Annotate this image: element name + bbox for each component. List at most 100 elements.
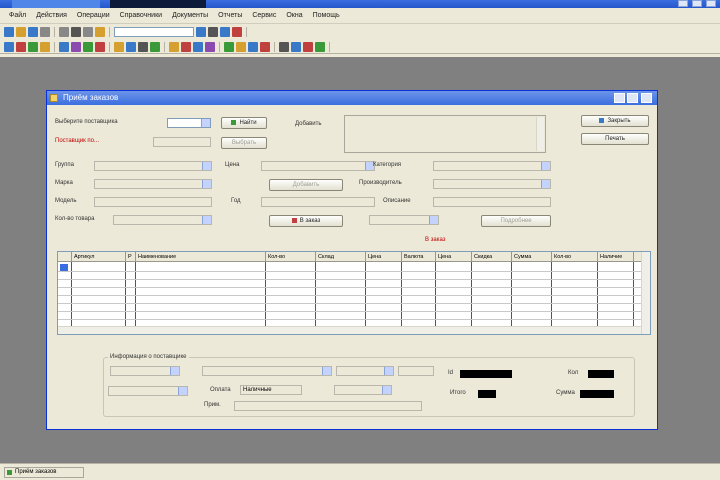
- toolbar-button-icon[interactable]: [291, 41, 301, 52]
- toolbar-button-icon[interactable]: [59, 27, 69, 37]
- menu-help[interactable]: Помощь: [308, 12, 345, 19]
- menu-operations[interactable]: Операции: [72, 12, 115, 19]
- table-row[interactable]: [58, 279, 642, 280]
- price-select[interactable]: [261, 161, 375, 171]
- notes-scrollbar[interactable]: [536, 117, 544, 151]
- grid-column-header[interactable]: Склад: [316, 252, 366, 262]
- grid-column-header[interactable]: Артикул: [72, 252, 126, 262]
- toolbar-button-icon[interactable]: [232, 27, 242, 37]
- toolbar-button-icon[interactable]: [193, 41, 203, 52]
- toolbar-button-icon[interactable]: [40, 41, 50, 52]
- toolbar-button-icon[interactable]: [28, 27, 38, 37]
- table-row[interactable]: [58, 271, 642, 272]
- extra-select[interactable]: [369, 215, 439, 225]
- toolbar-button-icon[interactable]: [83, 27, 93, 37]
- grid-column-header[interactable]: Кол-во: [552, 252, 598, 262]
- grid-column-header[interactable]: Сумма: [512, 252, 552, 262]
- toolbar-button-icon[interactable]: [4, 27, 14, 37]
- supplier-select[interactable]: [167, 118, 211, 128]
- payment-input[interactable]: Наличные: [240, 385, 302, 395]
- table-row[interactable]: [58, 311, 642, 312]
- supplier-info-select-4[interactable]: [108, 386, 188, 396]
- toolbar-button-icon[interactable]: [208, 27, 218, 37]
- toolbar-button-icon[interactable]: [224, 41, 234, 52]
- more-button[interactable]: Подробнее: [481, 215, 551, 227]
- toolbar-button-icon[interactable]: [95, 27, 105, 37]
- menu-service[interactable]: Сервис: [247, 12, 281, 19]
- order-grid[interactable]: Артикул Р Наименование Кол-во Склад Цена Валют…: [57, 251, 651, 335]
- grid-vertical-scrollbar[interactable]: [641, 252, 650, 334]
- supplier-info-select-2[interactable]: [202, 366, 332, 376]
- toolbar-button-icon[interactable]: [114, 41, 124, 52]
- table-row[interactable]: [58, 295, 642, 296]
- dialog-maximize-button[interactable]: [627, 93, 638, 103]
- status-panel[interactable]: Приём заказов: [4, 467, 84, 478]
- toolbar-button-icon[interactable]: [83, 41, 93, 52]
- toolbar-button-icon[interactable]: [126, 41, 136, 52]
- close-window-button[interactable]: [706, 0, 716, 7]
- toolbar-button-icon[interactable]: [279, 41, 289, 52]
- toolbar-button-icon[interactable]: [248, 41, 258, 52]
- toolbar-button-icon[interactable]: [150, 41, 160, 52]
- toolbar-button-icon[interactable]: [220, 27, 230, 37]
- toolbar-button-icon[interactable]: [95, 41, 105, 52]
- note-input[interactable]: [234, 401, 422, 411]
- toolbar-button-icon[interactable]: [40, 27, 50, 37]
- model-input[interactable]: [94, 197, 212, 207]
- brand-select[interactable]: [94, 179, 212, 189]
- toolbar-button-icon[interactable]: [236, 41, 246, 52]
- grid-horizontal-scrollbar[interactable]: [58, 326, 642, 334]
- toolbar-button-icon[interactable]: [315, 41, 325, 52]
- toolbar-button-icon[interactable]: [16, 27, 26, 37]
- period-input[interactable]: [153, 137, 211, 147]
- grid-column-header[interactable]: Р: [126, 252, 136, 262]
- supplier-info-select-3[interactable]: [336, 366, 394, 376]
- group-select[interactable]: [94, 161, 212, 171]
- toolbar-button-icon[interactable]: [196, 27, 206, 37]
- toolbar-button-icon[interactable]: [71, 41, 81, 52]
- grid-column-header[interactable]: Валюта: [402, 252, 436, 262]
- toolbar-combo[interactable]: [114, 27, 194, 37]
- print-button[interactable]: Печать: [581, 133, 649, 145]
- category-select[interactable]: [433, 161, 551, 171]
- toolbar-button-icon[interactable]: [303, 41, 313, 52]
- grid-column-header[interactable]: Кол-во: [266, 252, 316, 262]
- count-goods-select[interactable]: [113, 215, 212, 225]
- supplier-info-select-5[interactable]: [334, 385, 392, 395]
- grid-column-header[interactable]: Наличие: [598, 252, 634, 262]
- dialog-close-button[interactable]: [641, 93, 652, 103]
- close-button[interactable]: Закрыть: [581, 115, 649, 127]
- maximize-button[interactable]: [692, 0, 702, 7]
- supplier-info-input-1[interactable]: [398, 366, 434, 376]
- dialog-minimize-button[interactable]: [614, 93, 625, 103]
- menu-reports[interactable]: Отчеты: [213, 12, 247, 19]
- toolbar-button-icon[interactable]: [4, 41, 14, 52]
- toolbar-button-icon[interactable]: [71, 27, 81, 37]
- grid-column-header[interactable]: Скидка: [472, 252, 512, 262]
- menu-windows[interactable]: Окна: [281, 12, 307, 19]
- minimize-button[interactable]: [678, 0, 688, 7]
- notes-box[interactable]: [344, 115, 546, 153]
- supplier-info-select-1[interactable]: [110, 366, 180, 376]
- description-input[interactable]: [433, 197, 551, 207]
- select-button[interactable]: Выбрать: [221, 137, 267, 149]
- toolbar-button-icon[interactable]: [205, 41, 215, 52]
- toolbar-button-icon[interactable]: [16, 41, 26, 52]
- toolbar-button-icon[interactable]: [169, 41, 179, 52]
- grid-column-header[interactable]: Цена: [366, 252, 402, 262]
- toolbar-button-icon[interactable]: [260, 41, 270, 52]
- toolbar-button-icon[interactable]: [28, 41, 38, 52]
- add-button[interactable]: Добавить: [269, 179, 343, 191]
- toolbar-button-icon[interactable]: [59, 41, 69, 52]
- grid-column-header[interactable]: [58, 252, 72, 262]
- grid-column-header[interactable]: Цена: [436, 252, 472, 262]
- to-order-button[interactable]: В заказ: [269, 215, 343, 227]
- menu-references[interactable]: Справочники: [115, 12, 167, 19]
- toolbar-button-icon[interactable]: [138, 41, 148, 52]
- table-row[interactable]: [58, 287, 642, 288]
- table-row[interactable]: [58, 319, 642, 320]
- grid-column-header[interactable]: Наименование: [136, 252, 266, 262]
- manufacturer-select[interactable]: [433, 179, 551, 189]
- menu-actions[interactable]: Действия: [31, 12, 72, 19]
- table-row[interactable]: [58, 303, 642, 304]
